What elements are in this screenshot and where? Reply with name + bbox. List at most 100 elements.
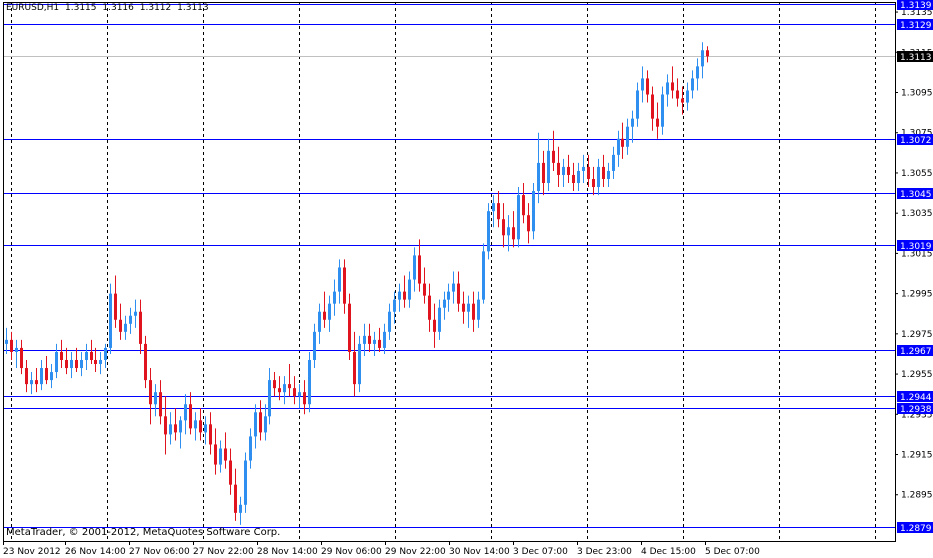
- x-tick-label: 28 Nov 14:00: [257, 547, 318, 557]
- candle-body: [567, 166, 570, 175]
- candle-body: [502, 219, 505, 236]
- candle-body: [433, 319, 436, 332]
- level-label: 1.3072: [900, 136, 932, 146]
- candle-body: [5, 339, 8, 344]
- candle-body: [373, 339, 376, 344]
- candle-body: [472, 303, 475, 320]
- candle-body: [154, 392, 157, 405]
- candle-body: [537, 162, 540, 192]
- level-label: 1.2879: [900, 524, 932, 534]
- candle-body: [159, 392, 162, 417]
- candle-body: [497, 203, 500, 220]
- candle-body: [487, 211, 490, 252]
- candle-body: [45, 368, 48, 381]
- candle-body: [353, 351, 356, 385]
- candle-body: [656, 118, 659, 127]
- candle-body: [338, 267, 341, 292]
- x-axis: 23 Nov 2012 26 Nov 14:00 27 Nov 06:00 27 No…: [3, 541, 760, 557]
- candle-body: [636, 90, 639, 119]
- candle-body: [706, 50, 709, 57]
- chart: 1.31351.31151.30951.30751.30551.30351.30…: [0, 0, 933, 558]
- x-tick-label: 23 Nov 2012: [3, 547, 61, 557]
- x-tick-label: 3 Dec 23:00: [577, 547, 632, 557]
- candle-body: [65, 359, 68, 369]
- candle-body: [621, 138, 624, 147]
- candle-body: [169, 424, 172, 435]
- candle-body: [457, 283, 460, 304]
- grid: [11, 2, 876, 541]
- candles: [5, 42, 709, 525]
- chart-header: EURUSD,H1 1.3115 1.3116 1.3112 1.3113: [6, 3, 212, 13]
- y-tick-label: 1.2995: [901, 290, 933, 300]
- candle-body: [278, 388, 281, 393]
- level-label: 1.3045: [900, 190, 932, 200]
- candle-body: [20, 347, 23, 369]
- candle-body: [164, 416, 167, 435]
- candle-body: [607, 170, 610, 179]
- candle-body: [234, 484, 237, 513]
- candle-body: [552, 150, 555, 163]
- level-label: 1.3019: [900, 242, 932, 252]
- candle-body: [527, 215, 530, 232]
- candle-body: [443, 299, 446, 308]
- candle-body: [244, 460, 247, 505]
- candle-body: [646, 78, 649, 95]
- candle-body: [557, 162, 560, 175]
- candle-body: [626, 126, 629, 147]
- candle-body: [55, 351, 58, 373]
- candle-body: [592, 178, 595, 188]
- candle-body: [204, 424, 207, 433]
- candle-body: [408, 279, 411, 300]
- plot-frame: [3, 2, 896, 542]
- candle-body: [398, 291, 401, 300]
- candle-body: [288, 384, 291, 389]
- copyright-text: MetaTrader, © 2001-2012, MetaQuotes Soft…: [6, 527, 281, 538]
- candle-body: [273, 380, 276, 389]
- candle-body: [691, 78, 694, 91]
- y-tick-label: 1.3055: [901, 169, 933, 179]
- candle-body: [403, 291, 406, 300]
- candle-body: [368, 335, 371, 344]
- candle-body: [303, 392, 306, 405]
- x-tick-label: 5 Dec 07:00: [705, 547, 760, 557]
- candle-body: [413, 255, 416, 280]
- candle-body: [60, 351, 63, 360]
- candle-body: [323, 311, 326, 320]
- level-label: 1.2944: [900, 393, 932, 403]
- x-tick-label: 29 Nov 06:00: [321, 547, 382, 557]
- candle-body: [293, 388, 296, 397]
- candle-body: [587, 166, 590, 179]
- candle-body: [681, 98, 684, 103]
- y-tick-label: 1.3035: [901, 209, 933, 219]
- candle-body: [661, 94, 664, 127]
- candle-body: [696, 66, 699, 79]
- x-tick-label: 29 Nov 22:00: [385, 547, 446, 557]
- candle-body: [641, 78, 644, 91]
- candle-body: [452, 283, 455, 292]
- candle-body: [214, 444, 217, 465]
- candle-body: [114, 293, 117, 320]
- candle-body: [333, 291, 336, 304]
- candle-body: [174, 424, 177, 433]
- candle-body: [388, 311, 391, 332]
- candle-body: [671, 82, 674, 91]
- candle-body: [428, 295, 431, 320]
- candle-body: [268, 380, 271, 417]
- candle-body: [85, 351, 88, 360]
- candle-body: [542, 162, 545, 184]
- y-tick-label: 1.2955: [901, 370, 933, 380]
- symbol-label: EURUSD,H1: [6, 3, 60, 13]
- candle-body: [651, 94, 654, 119]
- level-label: 1.2938: [900, 405, 932, 415]
- candle-body: [572, 174, 575, 184]
- candle-body: [686, 90, 689, 103]
- candle-body: [149, 380, 152, 405]
- x-tick-label: 27 Nov 22:00: [193, 547, 254, 557]
- bid-label: 1.3113: [900, 53, 932, 63]
- candle-body: [109, 293, 112, 348]
- x-tick-label: 26 Nov 14:00: [65, 547, 126, 557]
- y-tick-label: 1.2915: [901, 451, 933, 461]
- high-value: 1.3116: [102, 3, 134, 13]
- chart-canvas: 1.31351.31151.30951.30751.30551.30351.30…: [3, 0, 933, 557]
- candle-body: [254, 412, 257, 437]
